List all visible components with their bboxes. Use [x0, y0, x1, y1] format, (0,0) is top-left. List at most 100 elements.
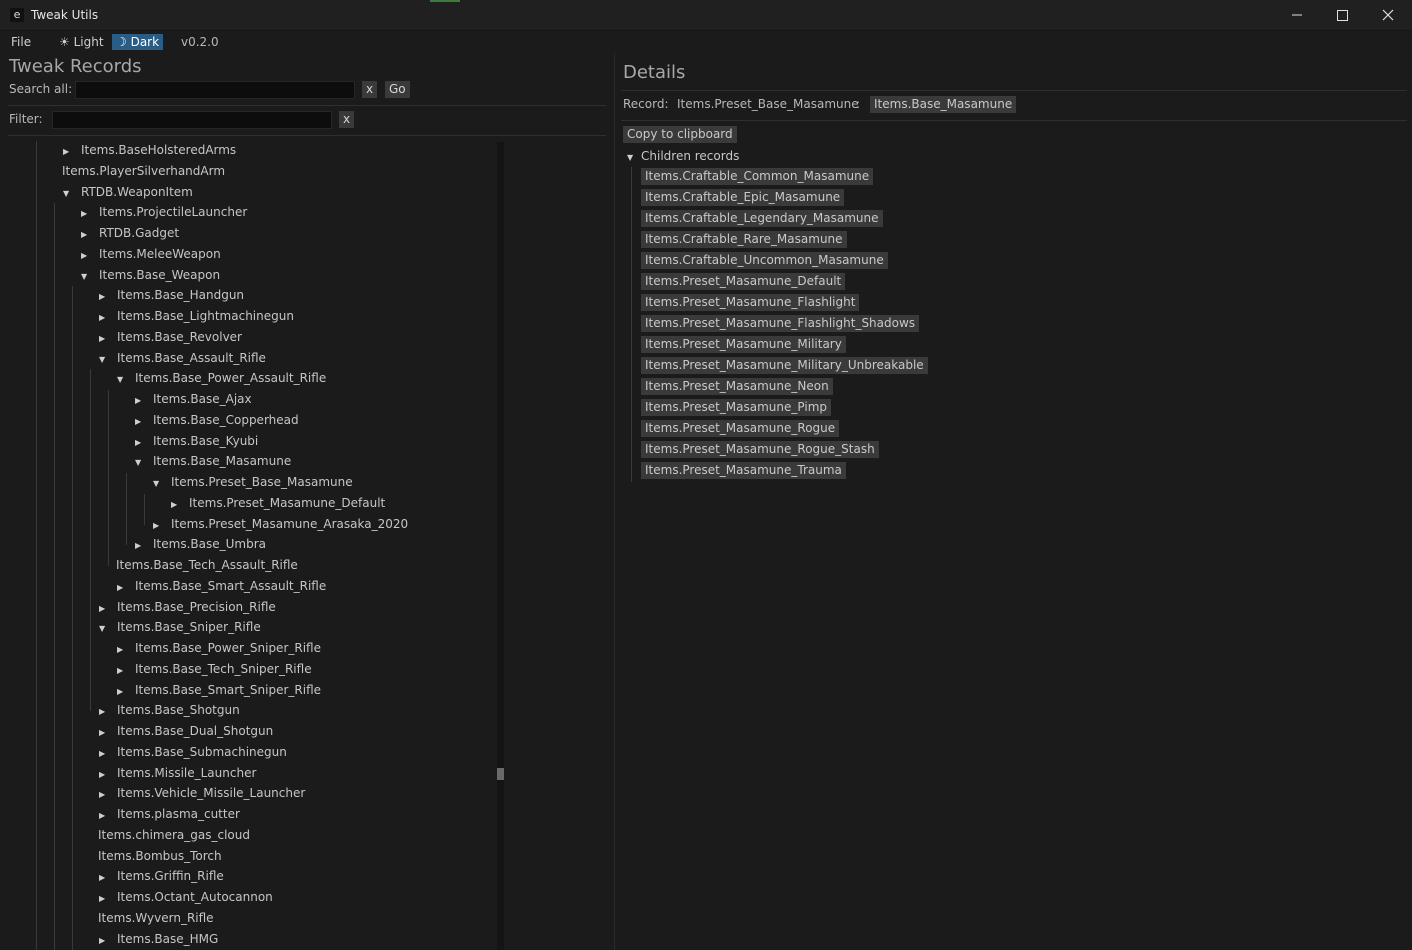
- close-button[interactable]: [1377, 5, 1399, 25]
- tree-item[interactable]: ▶ Items.plasma_cutter: [99, 805, 240, 823]
- tree-item[interactable]: ▶ Items.BaseHolsteredArms: [63, 141, 236, 159]
- triangle-down-icon[interactable]: ▼: [81, 268, 99, 286]
- tree-scrollbar-thumb[interactable]: [497, 768, 504, 780]
- tree-item[interactable]: ▶ Items.Base_Lightmachinegun: [99, 307, 294, 325]
- tree-item[interactable]: ▶ Items.Base_HMG: [99, 930, 218, 948]
- children-records-header[interactable]: ▼ Children records: [627, 148, 739, 164]
- triangle-right-icon[interactable]: ▶: [99, 288, 117, 306]
- theme-light-button[interactable]: ☀ Light: [55, 34, 108, 50]
- child-record-link[interactable]: Items.Preset_Masamune_Pimp: [641, 399, 832, 416]
- child-record-link[interactable]: Items.Preset_Masamune_Military_Unbreakab…: [641, 357, 928, 374]
- tree-item[interactable]: ▶ Items.Base_Smart_Assault_Rifle: [117, 577, 326, 595]
- child-record-link[interactable]: Items.Preset_Masamune_Military: [641, 336, 846, 353]
- triangle-right-icon[interactable]: ▶: [99, 890, 117, 908]
- child-record-link[interactable]: Items.Preset_Masamune_Flashlight: [641, 294, 860, 311]
- tree-item[interactable]: ▶ Items.Missile_Launcher: [99, 764, 256, 782]
- tree-item[interactable]: ▶ Items.Base_Tech_Sniper_Rifle: [117, 660, 312, 678]
- tree-item[interactable]: ▼ Items.Base_Assault_Rifle: [99, 349, 266, 367]
- tree-item[interactable]: ▶ Items.Base_Revolver: [99, 328, 242, 346]
- tree-item[interactable]: ▶ Items.Base_Ajax: [135, 390, 252, 408]
- child-record-link[interactable]: Items.Preset_Masamune_Trauma: [641, 462, 846, 479]
- tree-item[interactable]: ▶ Items.Base_Precision_Rifle: [99, 598, 276, 616]
- tree-item[interactable]: ▶ Items.Base_Smart_Sniper_Rifle: [117, 681, 321, 699]
- maximize-button[interactable]: [1331, 5, 1353, 25]
- child-record-link[interactable]: Items.Preset_Masamune_Rogue: [641, 420, 840, 437]
- triangle-right-icon[interactable]: ▶: [99, 600, 117, 618]
- child-record-link[interactable]: Items.Preset_Masamune_Flashlight_Shadows: [641, 315, 920, 332]
- tree-item[interactable]: ▶ Items.Preset_Masamune_Arasaka_2020: [153, 515, 408, 533]
- tree-item[interactable]: ▶ Items.Base_Umbra: [135, 535, 266, 553]
- triangle-right-icon[interactable]: ▶: [81, 205, 99, 223]
- tree-item[interactable]: ▶ Items.Octant_Autocannon: [99, 888, 273, 906]
- search-input[interactable]: [75, 81, 355, 99]
- clear-search-button[interactable]: x: [362, 81, 377, 98]
- tree-scrollbar[interactable]: [497, 142, 504, 950]
- triangle-down-icon[interactable]: ▼: [117, 371, 135, 389]
- tree-item[interactable]: ▶ Items.Base_Submachinegun: [99, 743, 287, 761]
- triangle-right-icon[interactable]: ▶: [135, 413, 153, 431]
- triangle-down-icon[interactable]: ▼: [63, 185, 81, 203]
- triangle-right-icon[interactable]: ▶: [117, 662, 135, 680]
- theme-dark-button[interactable]: ☽ Dark: [112, 34, 164, 50]
- tree-item[interactable]: ▶ Items.Base_Copperhead: [135, 411, 299, 429]
- triangle-right-icon[interactable]: ▶: [99, 703, 117, 721]
- tree-item[interactable]: ▶ Items.Preset_Masamune_Default: [171, 494, 385, 512]
- triangle-right-icon[interactable]: ▶: [153, 517, 171, 535]
- triangle-right-icon[interactable]: ▶: [81, 226, 99, 244]
- tree-item[interactable]: ▼ Items.Base_Power_Assault_Rifle: [117, 369, 326, 387]
- tree-item[interactable]: ▶ Items.Base_Shotgun: [99, 701, 240, 719]
- tree-item[interactable]: ▶ Items.Base_Power_Sniper_Rifle: [117, 639, 321, 657]
- triangle-down-icon[interactable]: ▼: [99, 620, 117, 638]
- triangle-right-icon[interactable]: ▶: [117, 641, 135, 659]
- triangle-right-icon[interactable]: ▶: [99, 330, 117, 348]
- tree-item[interactable]: ▶ Items.Base_Dual_Shotgun: [99, 722, 273, 740]
- triangle-right-icon[interactable]: ▶: [99, 932, 117, 950]
- triangle-right-icon[interactable]: ▶: [171, 496, 189, 514]
- tree-item[interactable]: ▶ Items.ProjectileLauncher: [81, 203, 247, 221]
- tree-item[interactable]: ▶ RTDB.Gadget: [81, 224, 179, 242]
- tree-item[interactable]: Items.Base_Tech_Assault_Rifle: [116, 556, 298, 574]
- triangle-right-icon[interactable]: ▶: [135, 537, 153, 555]
- triangle-right-icon[interactable]: ▶: [117, 683, 135, 701]
- tree-item[interactable]: ▶ Items.Base_Kyubi: [135, 432, 258, 450]
- tree-item[interactable]: ▼ Items.Preset_Base_Masamune: [153, 473, 353, 491]
- triangle-down-icon[interactable]: ▼: [135, 454, 153, 472]
- copy-to-clipboard-button[interactable]: Copy to clipboard: [623, 126, 737, 143]
- tree-item[interactable]: ▼ Items.Base_Weapon: [81, 266, 220, 284]
- tree-item[interactable]: Items.Bombus_Torch: [98, 847, 222, 865]
- triangle-right-icon[interactable]: ▶: [117, 579, 135, 597]
- tree-item[interactable]: Items.chimera_gas_cloud: [98, 826, 250, 844]
- minimize-button[interactable]: [1286, 5, 1308, 25]
- triangle-right-icon[interactable]: ▶: [99, 786, 117, 804]
- tree-item[interactable]: Items.Wyvern_Rifle: [98, 909, 214, 927]
- menu-file[interactable]: File: [7, 34, 35, 50]
- child-record-link[interactable]: Items.Craftable_Common_Masamune: [641, 168, 874, 185]
- child-record-link[interactable]: Items.Preset_Masamune_Neon: [641, 378, 833, 395]
- tree-item[interactable]: ▼ RTDB.WeaponItem: [63, 183, 193, 201]
- child-record-link[interactable]: Items.Preset_Masamune_Default: [641, 273, 846, 290]
- child-record-link[interactable]: Items.Craftable_Epic_Masamune: [641, 189, 845, 206]
- clear-filter-button[interactable]: x: [339, 111, 354, 128]
- triangle-right-icon[interactable]: ▶: [99, 724, 117, 742]
- tree-item[interactable]: ▶ Items.MeleeWeapon: [81, 245, 221, 263]
- filter-input[interactable]: [52, 111, 332, 129]
- parent-record-link[interactable]: Items.Base_Masamune: [870, 96, 1017, 113]
- tree-item[interactable]: ▶ Items.Base_Handgun: [99, 286, 244, 304]
- triangle-right-icon[interactable]: ▶: [135, 434, 153, 452]
- tree-item[interactable]: ▼ Items.Base_Masamune: [135, 452, 291, 470]
- child-record-link[interactable]: Items.Preset_Masamune_Rogue_Stash: [641, 441, 879, 458]
- triangle-right-icon[interactable]: ▶: [81, 247, 99, 265]
- tree-item[interactable]: ▶ Items.Vehicle_Missile_Launcher: [99, 784, 305, 802]
- tree-item[interactable]: ▶ Items.Griffin_Rifle: [99, 867, 224, 885]
- tree-item[interactable]: Items.PlayerSilverhandArm: [62, 162, 225, 180]
- triangle-down-icon[interactable]: ▼: [99, 351, 117, 369]
- triangle-down-icon[interactable]: ▼: [153, 475, 171, 493]
- triangle-right-icon[interactable]: ▶: [135, 392, 153, 410]
- records-tree[interactable]: ▶ Items.BaseHolsteredArms Items.PlayerSilv…: [8, 141, 498, 950]
- child-record-link[interactable]: Items.Craftable_Rare_Masamune: [641, 231, 847, 248]
- triangle-right-icon[interactable]: ▶: [99, 766, 117, 784]
- child-record-link[interactable]: Items.Craftable_Legendary_Masamune: [641, 210, 883, 227]
- triangle-right-icon[interactable]: ▶: [99, 745, 117, 763]
- triangle-right-icon[interactable]: ▶: [99, 309, 117, 327]
- go-button[interactable]: Go: [385, 81, 410, 98]
